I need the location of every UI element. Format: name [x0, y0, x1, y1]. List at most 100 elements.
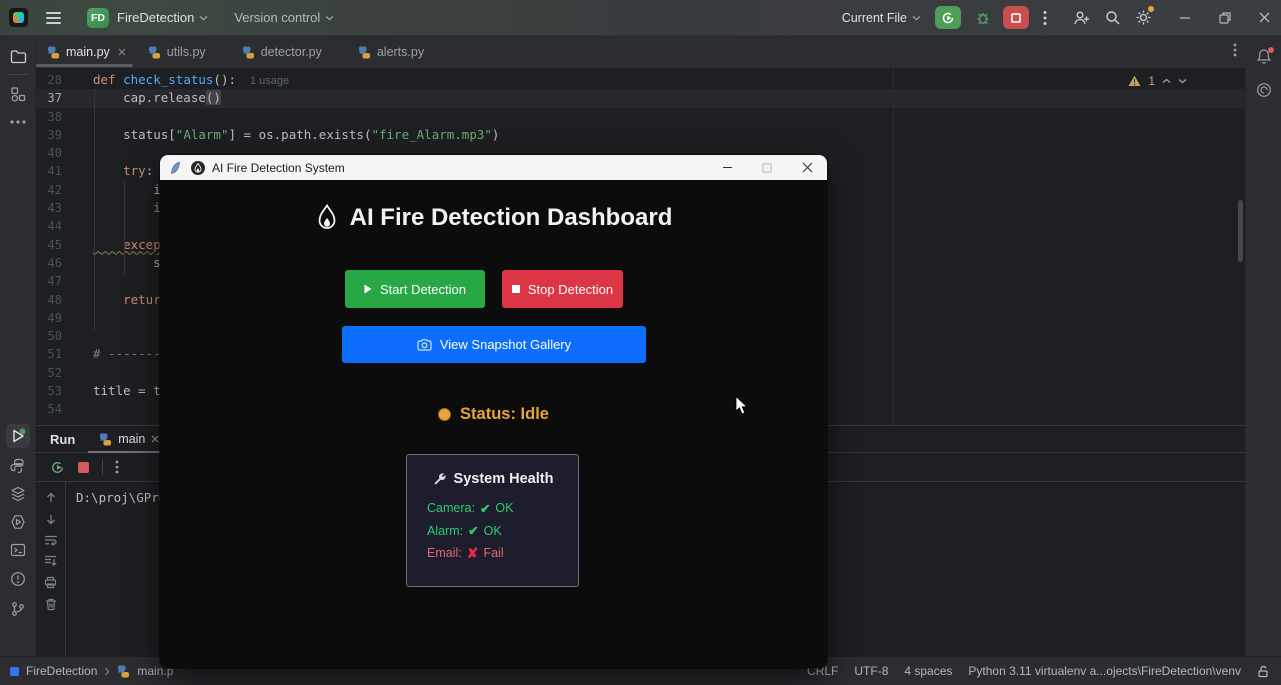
tab-scrollbar[interactable]: [36, 64, 133, 67]
terminal-icon[interactable]: [6, 538, 30, 562]
structure-icon[interactable]: [6, 82, 30, 106]
tab-alerts-py[interactable]: alerts.py: [347, 36, 435, 68]
breadcrumb-project[interactable]: FireDetection: [26, 664, 97, 678]
line-number[interactable]: 41: [36, 162, 62, 180]
cross-icon: ✘: [467, 545, 479, 562]
line-number[interactable]: 39: [36, 126, 62, 144]
line-number[interactable]: 43: [36, 199, 62, 217]
code-text: st: [93, 254, 168, 272]
more-actions-icon[interactable]: [1043, 10, 1047, 26]
project-folder-icon[interactable]: [6, 44, 30, 68]
prev-warning-icon[interactable]: [1162, 78, 1171, 84]
project-name[interactable]: FireDetection: [117, 10, 194, 25]
version-control-menu[interactable]: Version control: [234, 10, 320, 25]
git-branch-icon[interactable]: [6, 597, 30, 621]
python-console-icon[interactable]: [6, 454, 30, 478]
close-icon[interactable]: [151, 435, 159, 443]
line-number[interactable]: 52: [36, 364, 62, 382]
editor-scrollbar[interactable]: [1238, 200, 1243, 262]
health-item: Alarm:✔OK: [427, 524, 513, 538]
trash-icon[interactable]: [45, 598, 57, 611]
tab-detector-py[interactable]: detector.py: [231, 36, 333, 68]
window-maximize-icon[interactable]: [1218, 11, 1232, 25]
add-user-icon[interactable]: [1073, 10, 1091, 26]
line-number[interactable]: 49: [36, 309, 62, 327]
dialog-close-icon[interactable]: [787, 155, 827, 180]
more-tool-windows-icon[interactable]: [6, 110, 30, 134]
interpreter-widget[interactable]: Python 3.11 virtualenv a...ojects\FireDe…: [968, 664, 1241, 678]
code-line[interactable]: 28def check_status():1 usage: [36, 71, 1245, 89]
line-number[interactable]: 28: [36, 71, 62, 89]
system-health-card: System Health Camera:✔OKAlarm:✔OKEmail:✘…: [406, 454, 579, 587]
stop-icon[interactable]: [77, 461, 90, 474]
line-number[interactable]: 42: [36, 181, 62, 199]
code-text: im: [93, 181, 168, 199]
indent-widget[interactable]: 4 spaces: [904, 664, 952, 678]
line-number[interactable]: 50: [36, 327, 62, 345]
start-detection-button[interactable]: Start Detection: [345, 270, 485, 308]
run-tool-window-icon[interactable]: [6, 424, 30, 448]
run-config-selector[interactable]: Current File: [842, 11, 907, 25]
search-icon[interactable]: [1105, 10, 1121, 26]
next-warning-icon[interactable]: [1178, 78, 1187, 84]
window-minimize-icon[interactable]: [1178, 11, 1192, 25]
encoding-widget[interactable]: UTF-8: [854, 664, 888, 678]
mouse-cursor: [735, 396, 749, 416]
line-number[interactable]: 44: [36, 217, 62, 235]
inspection-widget[interactable]: 1: [1128, 74, 1187, 88]
rerun-icon[interactable]: [50, 460, 65, 475]
python-file-icon: [358, 46, 371, 59]
run-hexagon-icon[interactable]: [6, 510, 30, 534]
soft-wrap-icon[interactable]: [44, 534, 58, 546]
tab-options-icon[interactable]: [1233, 43, 1237, 62]
dialog-title-bar[interactable]: AI Fire Detection System: [160, 155, 827, 180]
debug-icon[interactable]: [975, 10, 991, 26]
notifications-icon[interactable]: [1252, 44, 1276, 68]
rerun-button[interactable]: [935, 6, 961, 29]
services-icon[interactable]: [6, 482, 30, 506]
line-number[interactable]: 45: [36, 236, 62, 254]
problems-icon[interactable]: [6, 567, 30, 591]
line-number[interactable]: 53: [36, 382, 62, 400]
project-badge[interactable]: FD: [87, 8, 109, 28]
stop-detection-button[interactable]: Stop Detection: [502, 270, 623, 308]
view-snapshot-gallery-button[interactable]: View Snapshot Gallery: [342, 326, 646, 363]
line-number[interactable]: 54: [36, 400, 62, 418]
warning-count: 1: [1148, 74, 1155, 88]
chevron-down-icon: [199, 15, 208, 21]
window-close-icon[interactable]: [1258, 11, 1271, 24]
line-number[interactable]: 38: [36, 108, 62, 126]
line-number[interactable]: 37: [36, 89, 62, 107]
dashboard-heading: AI Fire Detection Dashboard: [160, 204, 827, 232]
code-line[interactable]: 39 status["Alarm"] = os.path.exists("fir…: [36, 126, 1245, 144]
usage-hint[interactable]: 1 usage: [250, 75, 289, 87]
main-menu-icon[interactable]: [46, 12, 61, 24]
run-tab-main[interactable]: main: [99, 432, 159, 446]
check-icon: ✔: [468, 523, 478, 538]
dialog-maximize-icon[interactable]: [747, 155, 787, 180]
line-number[interactable]: 46: [36, 254, 62, 272]
line-number[interactable]: 48: [36, 291, 62, 309]
line-number[interactable]: 47: [36, 272, 62, 290]
scroll-to-end-icon[interactable]: [44, 555, 57, 567]
arrow-down-icon[interactable]: [45, 513, 57, 525]
ai-assistant-icon[interactable]: [1252, 78, 1276, 102]
close-icon[interactable]: [118, 48, 126, 56]
more-options-icon[interactable]: [115, 460, 119, 474]
status-bar-widgets: CRLF UTF-8 4 spaces Python 3.11 virtuale…: [807, 664, 1269, 678]
unlocked-icon[interactable]: [1257, 665, 1269, 678]
arrow-up-icon[interactable]: [45, 492, 57, 504]
code-line[interactable]: 37 cap.release(): [36, 89, 1245, 107]
tab-utils-py[interactable]: utils.py: [137, 36, 217, 68]
detection-status: Status: Idle: [160, 405, 827, 424]
line-number[interactable]: 40: [36, 144, 62, 162]
code-line[interactable]: 38: [36, 108, 1245, 126]
settings-icon[interactable]: [1135, 9, 1152, 26]
code-text: try:: [93, 162, 153, 180]
print-icon[interactable]: [44, 576, 57, 589]
pycharm-logo-icon[interactable]: [9, 8, 28, 27]
stop-button[interactable]: [1003, 6, 1029, 29]
line-number[interactable]: 51: [36, 345, 62, 363]
chevron-right-icon: [104, 667, 110, 676]
dialog-minimize-icon[interactable]: [707, 155, 747, 180]
